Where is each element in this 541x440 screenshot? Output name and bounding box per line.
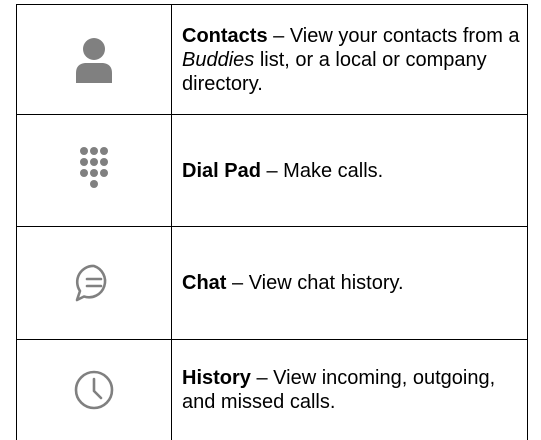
description-cell: Contacts – View your contacts from a Bud… (172, 5, 528, 115)
icon-cell (17, 5, 172, 115)
description-text: – Make calls. (261, 160, 383, 182)
table-row-history: History – View incoming, outgoing, and m… (17, 340, 528, 440)
term-label: History (182, 367, 251, 389)
description-italic: Buddies (182, 49, 254, 71)
chat-bubble-icon (73, 262, 115, 304)
person-icon (75, 37, 113, 83)
icon-cell (17, 340, 172, 440)
table-row-dialpad: Dial Pad – Make calls. (17, 115, 528, 227)
icon-cell (17, 115, 172, 227)
clock-icon (73, 369, 115, 411)
term-label: Contacts (182, 25, 268, 47)
description-cell: History – View incoming, outgoing, and m… (172, 340, 528, 440)
feature-table: Contacts – View your contacts from a Bud… (16, 4, 528, 440)
description-text: – View your contacts from a (268, 25, 520, 47)
description-text: – View chat history. (226, 272, 403, 294)
term-label: Chat (182, 272, 226, 294)
table-row-contacts: Contacts – View your contacts from a Bud… (17, 5, 528, 115)
term-label: Dial Pad (182, 160, 261, 182)
dialpad-icon (79, 146, 109, 196)
description-cell: Chat – View chat history. (172, 227, 528, 340)
table-row-chat: Chat – View chat history. (17, 227, 528, 340)
icon-cell (17, 227, 172, 340)
description-cell: Dial Pad – Make calls. (172, 115, 528, 227)
